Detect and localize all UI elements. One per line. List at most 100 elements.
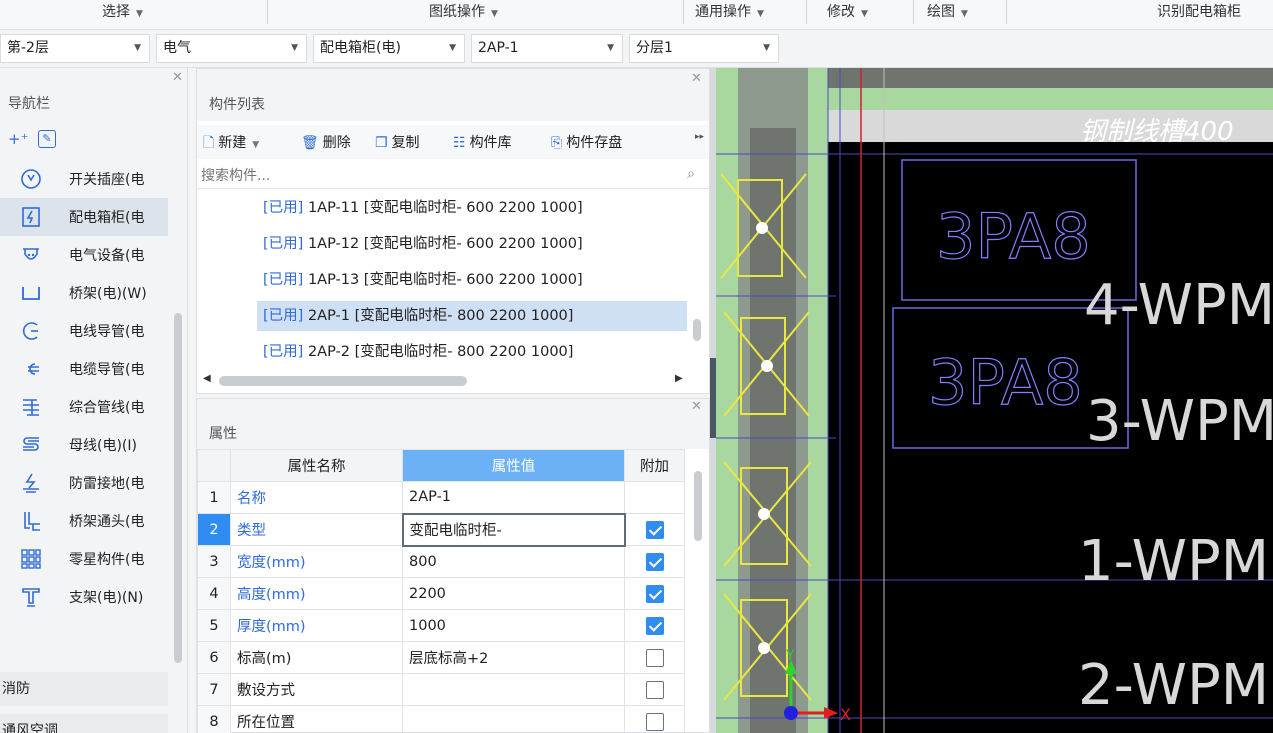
menu-modify[interactable]: 修改 ▼ <box>827 0 868 30</box>
table-row-selected[interactable]: 2 类型 变配电临时柜- <box>197 512 685 547</box>
category-dropdown[interactable]: 配电箱柜(电) ▼ <box>313 34 465 63</box>
chevron-down-icon: ▼ <box>607 43 614 53</box>
canvas-label-4wpm: 4-WPM <box>1084 273 1273 338</box>
table-row[interactable]: 8 所在位置 <box>197 705 685 733</box>
edit-icon[interactable]: ✎ <box>38 130 56 148</box>
scroll-right-icon[interactable]: ▶ <box>675 373 683 384</box>
menu-identify-distribution-box[interactable]: 识别配电箱柜 <box>1157 0 1241 30</box>
nav-item-wire-conduit[interactable]: 电线导管(电 <box>0 312 168 350</box>
row-number: 1 <box>197 481 231 514</box>
copy-button[interactable]: ❐ 复制 <box>375 132 420 152</box>
property-value[interactable] <box>402 705 625 733</box>
list-item[interactable]: [已用] 1AP-13 [变配电临时柜- 600 2200 1000] <box>257 265 687 295</box>
list-vertical-scrollbar[interactable] <box>693 319 701 341</box>
new-button[interactable]: 🗋 新建 ▼ <box>203 132 259 156</box>
list-item[interactable]: [已用] 1AP-12 [变配电临时柜- 600 2200 1000] <box>257 229 687 259</box>
origin-dot <box>784 706 798 720</box>
menu-draw[interactable]: 绘图 ▼ <box>927 0 968 30</box>
extra-checkbox[interactable] <box>645 552 664 571</box>
close-icon[interactable]: ✕ <box>691 71 702 86</box>
close-icon[interactable]: ✕ <box>172 70 183 85</box>
component-list-header: ✕ 构件列表 <box>197 69 709 121</box>
lightning-grounding-icon <box>20 472 42 494</box>
property-value[interactable]: 1000 <box>402 609 625 642</box>
nav-category-hvac[interactable]: 通风空调 <box>0 714 168 733</box>
navigation-panel: ✕ 导航栏 +⁺ ✎ 开关插座(电 配电箱柜(电 电气设备(电 桥架(电)(W)… <box>0 68 188 733</box>
cad-drawing[interactable]: 钢制线槽400 3PA8 3PA8 4-WPM 3-WPM 1-WPM 2-WP… <box>716 68 1273 733</box>
property-value[interactable]: 层底标高+2 <box>402 641 625 674</box>
nav-item-electrical-equipment[interactable]: 电气设备(电 <box>0 236 168 274</box>
extra-checkbox[interactable] <box>645 648 664 667</box>
nav-item-distribution-box[interactable]: 配电箱柜(电 <box>0 198 168 236</box>
row-number: 5 <box>197 609 231 642</box>
property-value-editor[interactable]: 变配电临时柜- <box>401 512 626 547</box>
nav-category-fire[interactable]: 消防 <box>0 672 168 706</box>
extra-checkbox[interactable] <box>645 584 664 603</box>
table-row[interactable]: 7 敷设方式 <box>197 673 685 706</box>
nav-item-tray-fitting[interactable]: 桥架通头(电 <box>0 502 168 540</box>
nav-item-switch-socket[interactable]: 开关插座(电 <box>0 160 168 198</box>
component-list-panel: ✕ 构件列表 🗋新建▼ 🗑删除 ❐复制 ☷构件库 ⎘构件存盘 ▸▸ ⌕ [已用]… <box>196 68 710 394</box>
extra-checkbox[interactable] <box>645 712 664 731</box>
nav-item-busbar[interactable]: 母线(电)(I) <box>0 426 168 464</box>
extra-checkbox[interactable] <box>645 680 664 699</box>
table-row[interactable]: 4 高度(mm) 2200 <box>197 577 685 610</box>
table-row[interactable]: 5 厚度(mm) 1000 <box>197 609 685 642</box>
list-item-selected[interactable]: [已用] 2AP-1 [变配电临时柜- 800 2200 1000] <box>257 301 687 331</box>
x-axis-label: X <box>840 705 851 724</box>
property-name: 名称 <box>230 481 403 514</box>
search-icon[interactable]: ⌕ <box>687 166 695 182</box>
more-icon[interactable]: ▸▸ <box>695 132 704 142</box>
list-item[interactable]: [已用] 1AP-11 [变配电临时柜- 600 2200 1000] <box>257 193 687 223</box>
property-value[interactable] <box>402 673 625 706</box>
property-name: 厚度(mm) <box>230 609 403 642</box>
extra-checkbox[interactable] <box>645 616 664 635</box>
distribution-box-icon <box>20 206 42 228</box>
nav-item-cable-tray[interactable]: 桥架(电)(W) <box>0 274 168 312</box>
component-dropdown[interactable]: 2AP-1 ▼ <box>471 34 623 63</box>
cad-canvas[interactable]: 钢制线槽400 3PA8 3PA8 4-WPM 3-WPM 1-WPM 2-WP… <box>716 68 1273 733</box>
property-name: 标高(m) <box>230 641 403 674</box>
sublayer-dropdown[interactable]: 分层1 ▼ <box>629 34 779 63</box>
table-row[interactable]: 1 名称 2AP-1 <box>197 481 685 514</box>
new-file-icon: 🗋 <box>203 135 215 151</box>
nav-item-cable-conduit[interactable]: 电缆导管(电 <box>0 350 168 388</box>
discipline-dropdown[interactable]: 电气 ▼ <box>156 34 307 63</box>
component-library-button[interactable]: ☷ 构件库 <box>453 132 512 152</box>
canvas-label-3pa8-b: 3PA8 <box>928 346 1083 419</box>
property-name: 类型 <box>230 513 403 546</box>
list-item[interactable]: [已用] 2AP-2 [变配电临时柜- 800 2200 1000] <box>257 337 687 367</box>
close-icon[interactable]: ✕ <box>691 399 702 414</box>
component-save-button[interactable]: ⎘ 构件存盘 <box>551 132 622 152</box>
nav-item-lightning-grounding[interactable]: 防雷接地(电 <box>0 464 168 502</box>
column-header-name: 属性名称 <box>230 449 403 482</box>
extra-checkbox[interactable] <box>645 520 664 539</box>
component-search-input[interactable] <box>201 165 671 187</box>
nav-scrollbar[interactable] <box>174 313 182 663</box>
table-row[interactable]: 3 宽度(mm) 800 <box>197 545 685 578</box>
scroll-left-icon[interactable]: ◀ <box>203 373 211 384</box>
nav-item-misc-component[interactable]: 零星构件(电 <box>0 540 168 578</box>
green-band <box>828 88 1273 110</box>
row-number: 2 <box>197 513 231 546</box>
nav-item-bracket[interactable]: 支架(电)(N) <box>0 578 168 616</box>
delete-button[interactable]: 🗑 删除 <box>301 132 351 152</box>
property-value[interactable]: 2AP-1 <box>402 481 625 514</box>
extra-cell <box>624 513 685 546</box>
menu-general-ops[interactable]: 通用操作 ▼ <box>695 0 764 30</box>
properties-scrollbar[interactable] <box>694 471 702 541</box>
nav-item-integrated-pipeline[interactable]: 综合管线(电 <box>0 388 168 426</box>
list-horizontal-scrollbar[interactable]: ◀ ▶ <box>197 371 709 391</box>
scroll-thumb[interactable] <box>219 376 467 386</box>
floor-dropdown[interactable]: 第-2层 ▼ <box>0 34 150 63</box>
menu-drawing-ops[interactable]: 图纸操作 ▼ <box>429 0 498 30</box>
property-value[interactable]: 2200 <box>402 577 625 610</box>
menu-select[interactable]: 选择 ▼ <box>102 0 143 30</box>
table-row[interactable]: 6 标高(m) 层底标高+2 <box>197 641 685 674</box>
property-value[interactable]: 800 <box>402 545 625 578</box>
extra-cell <box>624 609 685 642</box>
row-number: 7 <box>197 673 231 706</box>
add-icon[interactable]: +⁺ <box>8 130 29 148</box>
chevron-down-icon: ▼ <box>134 43 141 53</box>
canvas-label-3pa8-a: 3PA8 <box>936 200 1091 273</box>
